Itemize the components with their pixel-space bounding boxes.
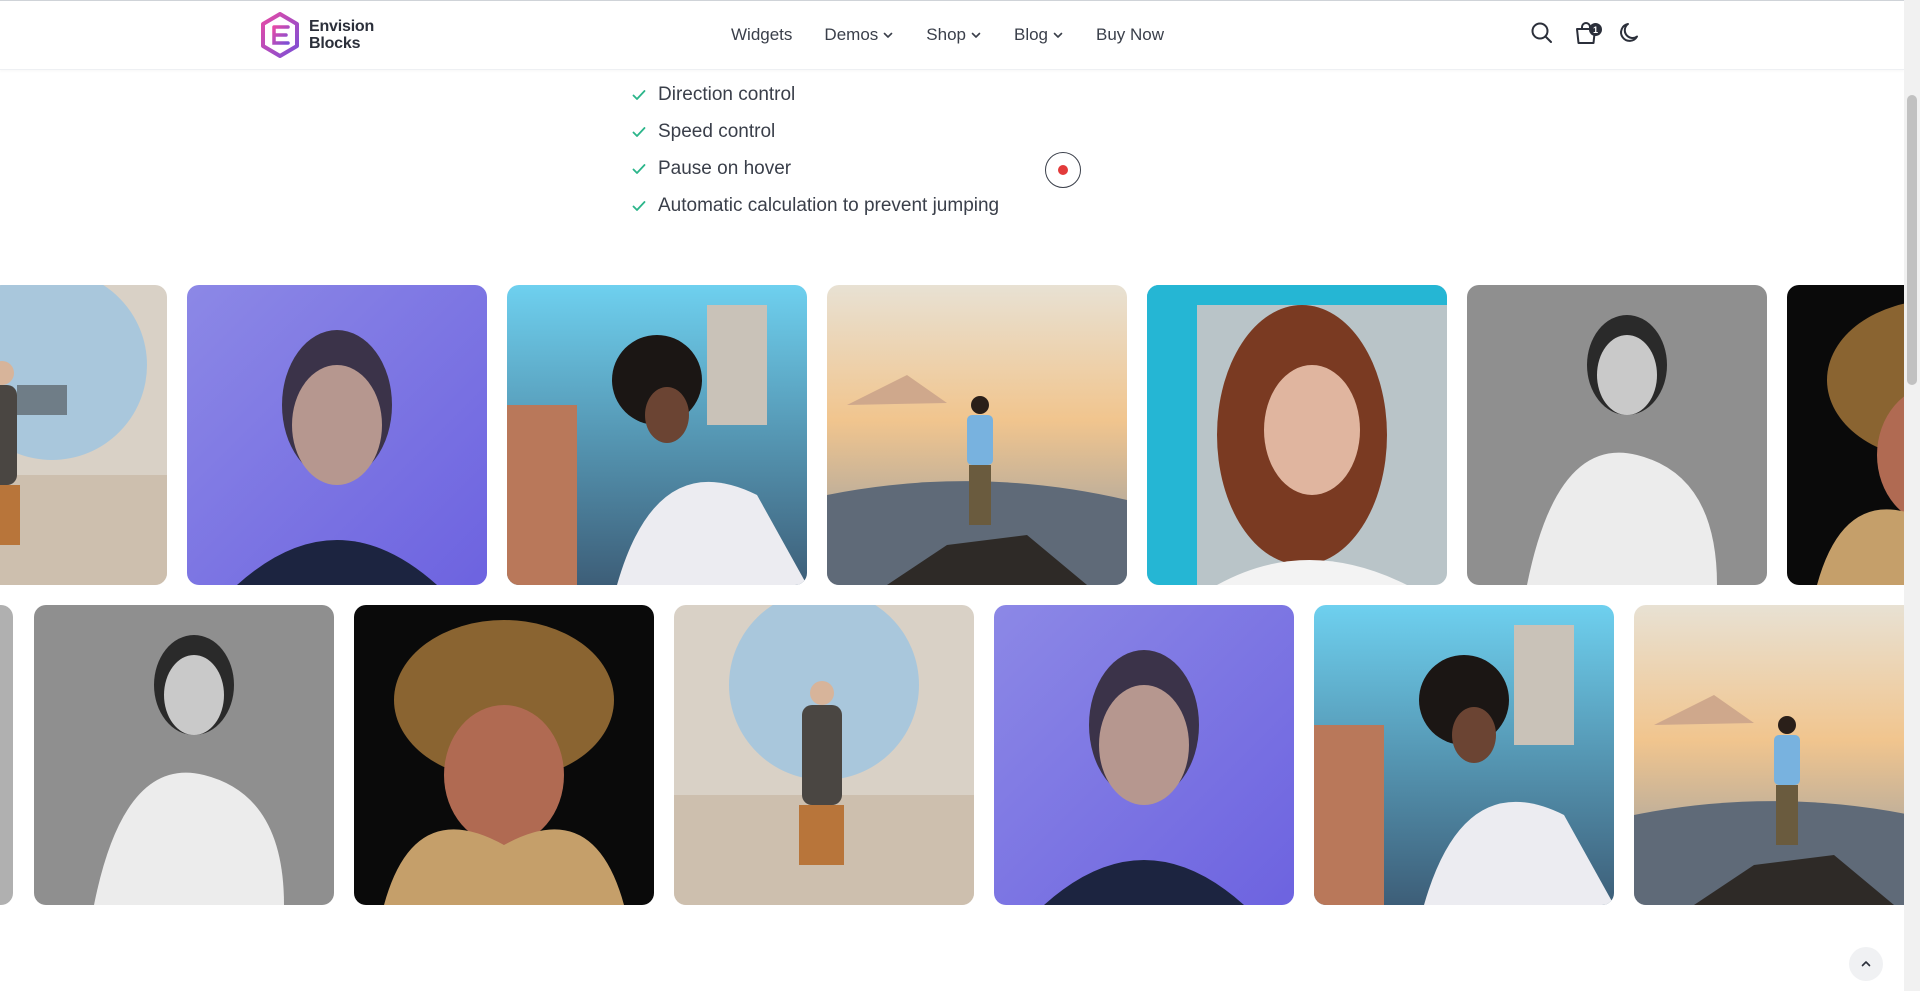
photo-woman-bw — [34, 605, 334, 905]
main-nav: Widgets Demos Shop Blog Buy Now — [731, 0, 1164, 69]
cart-count-badge: 1 — [1589, 23, 1602, 36]
chevron-down-icon — [971, 32, 981, 38]
moon-icon — [1620, 23, 1638, 42]
chevron-down-icon — [1053, 32, 1063, 38]
page-scrollbar[interactable] — [1904, 0, 1920, 991]
record-button[interactable] — [1045, 152, 1081, 188]
photo-woman-bw — [1467, 285, 1767, 585]
gallery-tile-woman-bw — [34, 605, 334, 905]
nav-label: Demos — [824, 24, 879, 44]
photo-man-mountain — [827, 285, 1127, 585]
photo-man-sitting-wall — [674, 605, 974, 905]
gallery-tile-woman-blue — [187, 285, 487, 585]
chevron-up-icon — [1861, 961, 1871, 967]
photo-woman-red-hair — [1147, 285, 1447, 585]
nav-shop[interactable]: Shop — [926, 25, 982, 45]
photo-woman-curly-city — [507, 285, 807, 585]
feature-text: Pause on hover — [658, 157, 792, 179]
logo-line1: Envision — [309, 18, 375, 35]
nav-demos[interactable]: Demos — [824, 25, 894, 45]
photo-partial — [0, 605, 13, 905]
page: Envision Blocks Widgets Demos Shop Blog … — [0, 0, 1904, 991]
gallery-tile-woman-blue — [994, 605, 1294, 905]
search-icon — [1531, 22, 1552, 43]
gallery-tile-woman-bw — [1467, 285, 1767, 585]
feature-list: Direction control Speed control Pause on… — [631, 76, 999, 224]
photo-woman-blue-light — [994, 605, 1294, 905]
chevron-down-icon — [883, 32, 893, 38]
check-icon — [632, 89, 646, 100]
nav-blog[interactable]: Blog — [1014, 25, 1064, 45]
dark-mode-toggle[interactable] — [1617, 20, 1643, 46]
nav-buy-now[interactable]: Buy Now — [1096, 25, 1164, 45]
feature-text: Speed control — [658, 120, 776, 142]
gallery-tile-man-mountain — [1634, 605, 1904, 905]
gallery-tile-woman-city — [507, 285, 807, 585]
gallery-tile-man-mountain — [827, 285, 1127, 585]
feature-item: Speed control — [631, 113, 999, 150]
photo-woman-curly-city — [1314, 605, 1614, 905]
check-icon — [632, 126, 646, 137]
gallery-tile-woman-furhat — [354, 605, 654, 905]
logo-text: Envision Blocks — [309, 18, 374, 52]
gallery-tile-man-wall — [674, 605, 974, 905]
cart-button[interactable]: 1 — [1573, 20, 1602, 46]
feature-item: Direction control — [631, 76, 999, 113]
site-header: Envision Blocks Widgets Demos Shop Blog … — [0, 0, 1904, 70]
logo[interactable]: Envision Blocks — [260, 12, 374, 58]
gallery-tile-woman-furhat — [1787, 285, 1904, 585]
nav-label: Shop — [926, 24, 966, 44]
header-actions: 1 — [1529, 20, 1643, 46]
feature-text: Direction control — [658, 83, 796, 105]
photo-woman-blue-light — [187, 285, 487, 585]
scroll-to-top-button[interactable] — [1849, 947, 1883, 981]
feature-item: Automatic calculation to prevent jumping — [631, 187, 999, 224]
scrollbar-thumb[interactable] — [1907, 95, 1917, 385]
record-dot-icon — [1058, 165, 1068, 175]
feature-item: Pause on hover — [631, 150, 999, 187]
nav-label: Widgets — [731, 24, 793, 44]
nav-label: Buy Now — [1096, 24, 1165, 44]
check-icon — [632, 200, 646, 211]
logo-line2: Blocks — [309, 35, 361, 52]
feature-text: Automatic calculation to prevent jumping — [658, 194, 1000, 216]
gallery-tile-partial — [0, 605, 13, 905]
gallery-tile-man-wall — [0, 285, 167, 585]
search-button[interactable] — [1529, 20, 1555, 46]
photo-man-sitting-wall — [0, 285, 167, 585]
photo-woman-fur-hat — [354, 605, 654, 905]
gallery-tile-woman-city — [1314, 605, 1614, 905]
logo-mark-icon — [261, 12, 299, 58]
check-icon — [632, 163, 646, 174]
photo-woman-fur-hat — [1787, 285, 1904, 585]
nav-label: Blog — [1013, 24, 1049, 44]
nav-widgets[interactable]: Widgets — [731, 25, 792, 45]
photo-man-mountain — [1634, 605, 1904, 905]
gallery-tile-woman-redhair — [1147, 285, 1447, 585]
